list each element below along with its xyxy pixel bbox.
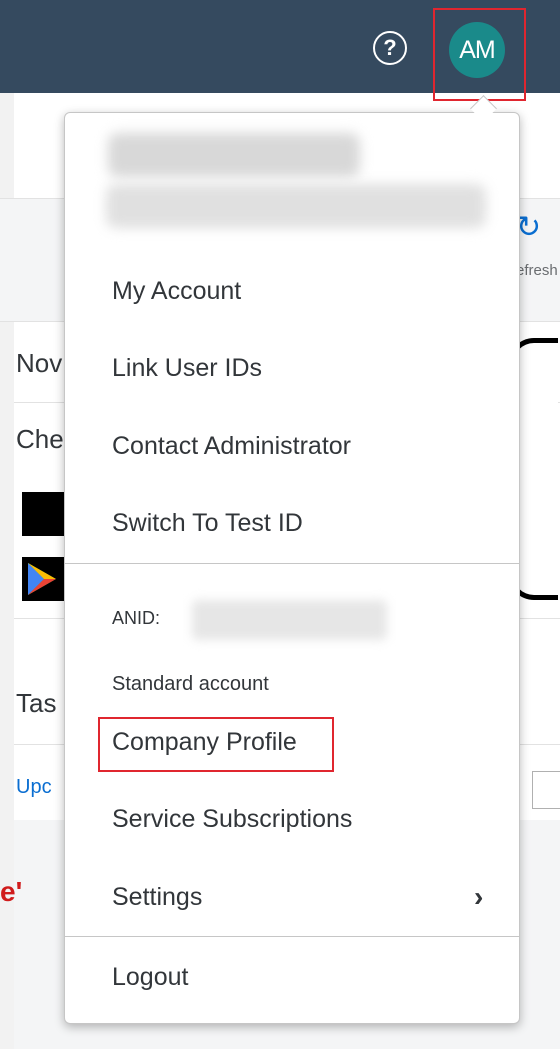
background-red-text: e' (0, 876, 23, 907)
apple-icon[interactable] (22, 492, 66, 536)
blurred-anid-value (192, 600, 387, 640)
menu-item-service-subscriptions[interactable]: Service Subscriptions (112, 804, 352, 834)
menu-item-my-account[interactable]: My Account (112, 276, 241, 306)
menu-item-settings[interactable]: Settings (112, 882, 202, 912)
background-text-fragment: Tas (16, 688, 57, 718)
chevron-right-icon: › (474, 881, 484, 912)
menu-item-link-user-ids[interactable]: Link User IDs (112, 353, 262, 383)
refresh-label: efresh (516, 262, 558, 279)
background-text-fragment: Nov (16, 348, 63, 378)
account-type-label: Standard account (112, 673, 269, 695)
menu-divider (65, 563, 519, 564)
background-text-fragment: Che (16, 424, 64, 454)
blurred-user-name (108, 133, 360, 177)
google-play-icon[interactable] (22, 557, 66, 601)
menu-item-company-profile[interactable]: Company Profile (112, 727, 297, 757)
menu-item-switch-to-test-id[interactable]: Switch To Test ID (112, 508, 303, 538)
menu-item-contact-administrator[interactable]: Contact Administrator (112, 431, 351, 461)
user-avatar-button[interactable]: AM (449, 22, 505, 78)
menu-item-logout[interactable]: Logout (112, 962, 188, 992)
refresh-icon[interactable]: ↻ (516, 212, 548, 244)
help-icon[interactable]: ? (373, 31, 407, 65)
anid-label: ANID: (112, 608, 161, 628)
page: ? AM ↻ efresh Nov Che Tas Upc e' My Acco… (0, 0, 560, 1049)
background-input-edge[interactable] (532, 771, 560, 809)
background-link-fragment[interactable]: Upc (16, 776, 52, 799)
shell-header: ? AM (0, 0, 560, 101)
blurred-user-email (106, 184, 486, 228)
menu-divider (65, 936, 519, 937)
